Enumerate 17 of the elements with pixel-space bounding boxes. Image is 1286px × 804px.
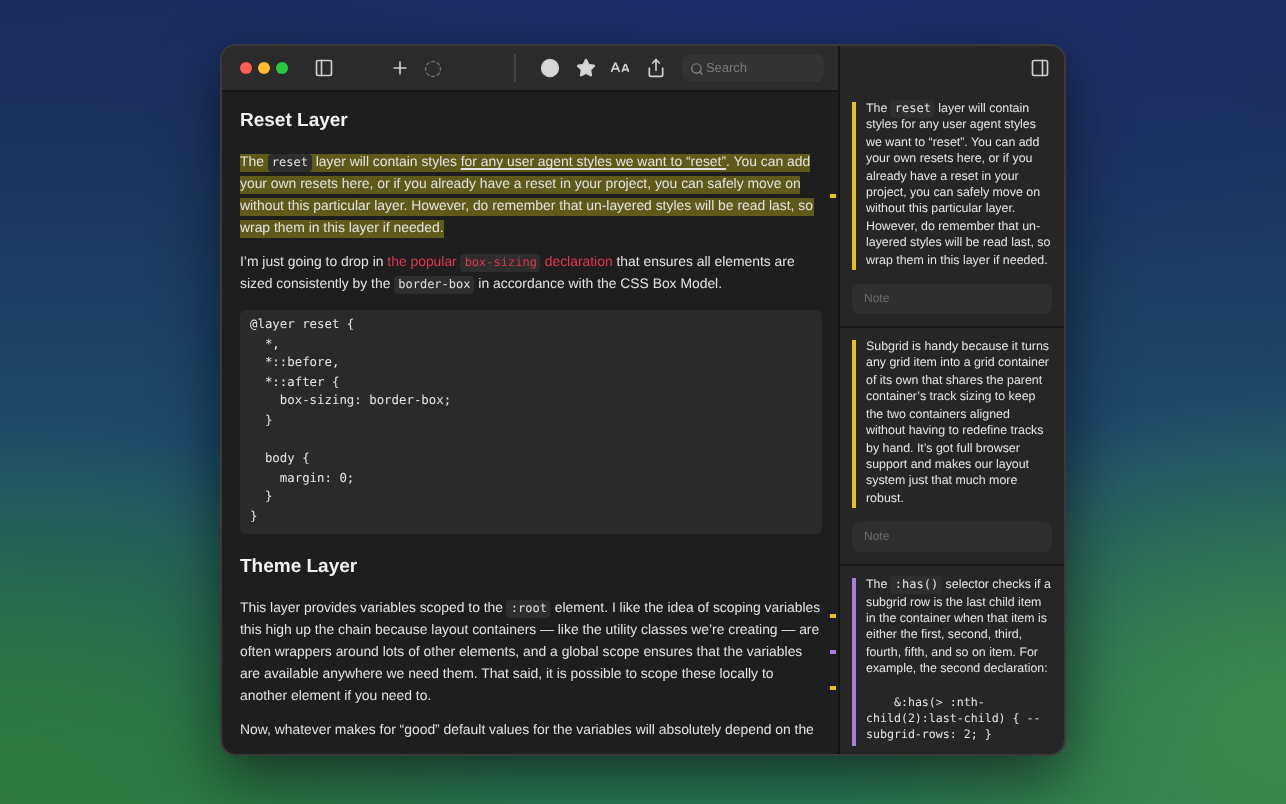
sidebar-icon[interactable]	[314, 58, 334, 78]
search-icon	[689, 62, 704, 76]
annotation-mark[interactable]	[830, 686, 836, 691]
font-size-icon[interactable]	[609, 58, 630, 78]
minimize-button[interactable]	[258, 62, 270, 74]
share-icon[interactable]	[645, 58, 666, 78]
plus-icon[interactable]	[390, 58, 410, 78]
annotation-mark[interactable]	[830, 613, 836, 618]
circle-icon[interactable]	[539, 58, 560, 78]
section-heading: Theme Layer	[240, 555, 360, 578]
zoom-button[interactable]	[276, 62, 288, 74]
annotation-mark[interactable]	[830, 650, 836, 655]
section-heading: Reset Layer	[240, 110, 350, 132]
dashed-circle-icon[interactable]	[424, 59, 442, 77]
star-icon[interactable]	[575, 58, 596, 78]
sidebar-right-icon[interactable]	[1030, 58, 1050, 78]
close-button[interactable]	[240, 62, 252, 74]
